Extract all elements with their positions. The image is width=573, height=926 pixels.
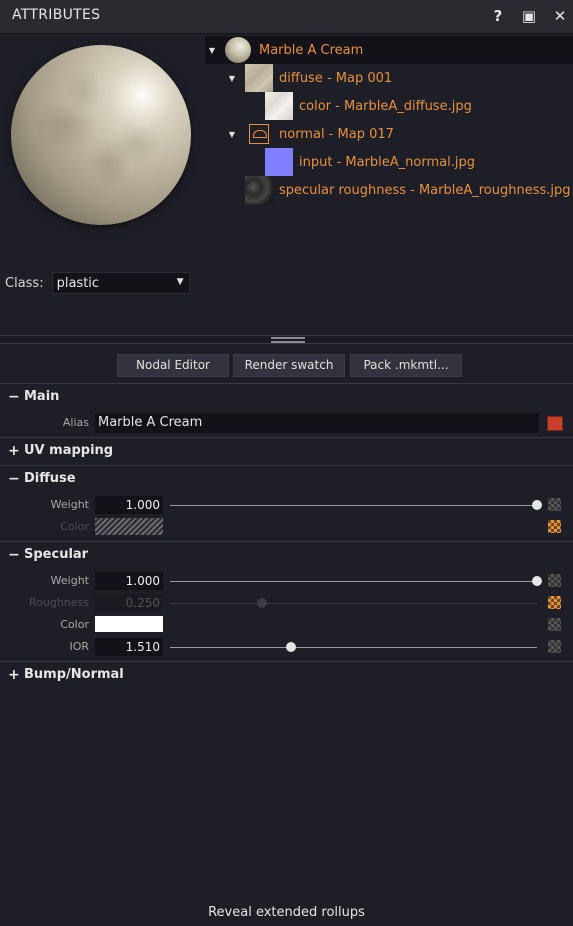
ior-input[interactable]: 1.510: [95, 638, 163, 656]
marble-texture: [11, 45, 191, 225]
splitter-grip-icon[interactable]: [271, 337, 305, 343]
tree-item-normal-input[interactable]: input - MarbleA_normal.jpg: [265, 148, 475, 176]
specular-weight-slider[interactable]: [170, 581, 537, 582]
texture-slot-icon[interactable]: [548, 574, 561, 587]
render-swatch-button[interactable]: Render swatch: [233, 354, 345, 377]
specular-roughness-row: Roughness 0.250: [0, 593, 573, 613]
restore-icon[interactable]: ▣: [519, 6, 539, 26]
tree-item-label: color - MarbleA_diffuse.jpg: [299, 98, 472, 114]
close-icon[interactable]: ✕: [550, 6, 570, 26]
alias-color-swatch[interactable]: [547, 416, 563, 431]
reveal-extended-rollups-link[interactable]: Reveal extended rollups: [0, 905, 573, 920]
section-title: UV mapping: [24, 443, 114, 458]
tree-item-diffuse-color[interactable]: color - MarbleA_diffuse.jpg: [265, 92, 472, 120]
tree-item-specular-roughness[interactable]: specular roughness - MarbleA_roughness.j…: [245, 176, 571, 204]
alias-input[interactable]: Marble A Cream: [95, 413, 539, 433]
color-label: Color: [60, 520, 89, 533]
nodal-editor-button[interactable]: Nodal Editor: [117, 354, 229, 377]
roughness-label: Roughness: [28, 596, 89, 609]
expand-arrow-icon[interactable]: ▼: [225, 130, 239, 139]
specular-roughness-input: 0.250: [95, 594, 163, 612]
color-label: Color: [60, 618, 89, 631]
diffuse-color-row: Color: [0, 517, 573, 537]
help-icon[interactable]: ?: [488, 6, 508, 26]
texture-slot-icon[interactable]: [548, 640, 561, 653]
texture-slot-icon[interactable]: [548, 618, 561, 631]
expand-arrow-icon[interactable]: ▼: [225, 74, 239, 83]
collapse-icon: −: [8, 546, 20, 563]
class-dropdown[interactable]: plastic ▼: [51, 272, 190, 294]
material-preview-swatch[interactable]: [11, 45, 191, 225]
specular-ior-row: IOR 1.510: [0, 637, 573, 657]
specular-roughness-slider: [170, 603, 537, 604]
section-title: Bump/Normal: [24, 667, 124, 682]
weight-label: Weight: [50, 574, 89, 587]
expand-icon: +: [8, 666, 20, 683]
alias-row: Alias Marble A Cream: [0, 413, 573, 433]
diffuse-map-thumbnail: [245, 64, 273, 92]
tree-item-diffuse[interactable]: ▼ diffuse - Map 001: [225, 64, 392, 92]
texture-slot-active-icon[interactable]: [548, 596, 561, 609]
slider-handle: [256, 598, 267, 608]
tree-item-label: specular roughness - MarbleA_roughness.j…: [279, 182, 571, 198]
tree-item-label: Marble A Cream: [259, 42, 364, 58]
panel-title: ATTRIBUTES: [12, 7, 101, 23]
diffuse-texture-thumbnail: [265, 92, 293, 120]
class-dropdown-value: plastic: [56, 275, 100, 291]
slider-handle[interactable]: [532, 500, 542, 510]
tree-item-normal[interactable]: ▼ normal - Map 017: [225, 120, 394, 148]
tree-item-label: diffuse - Map 001: [279, 70, 393, 86]
collapse-icon: −: [8, 470, 20, 487]
section-specular-header[interactable]: − Specular: [0, 541, 573, 567]
title-bar: ATTRIBUTES ? ▣ ✕: [0, 0, 573, 34]
expand-arrow-icon[interactable]: ▼: [205, 46, 219, 55]
class-label: Class:: [5, 275, 44, 291]
tree-item-material[interactable]: ▼ Marble A Cream: [205, 36, 573, 64]
section-diffuse-header[interactable]: − Diffuse: [0, 465, 573, 491]
texture-slot-active-icon[interactable]: [548, 520, 561, 533]
chevron-down-icon: ▼: [176, 277, 184, 287]
section-uv-mapping-header[interactable]: + UV mapping: [0, 437, 573, 463]
ior-label: IOR: [69, 640, 89, 653]
section-title: Main: [24, 389, 60, 404]
normal-map-icon: [249, 124, 269, 144]
class-row: Class: plastic ▼: [5, 272, 190, 294]
collapse-icon: −: [8, 388, 20, 405]
ior-slider[interactable]: [170, 647, 537, 648]
panel-splitter[interactable]: [0, 335, 573, 344]
normal-texture-thumbnail: [265, 148, 293, 176]
slider-handle[interactable]: [286, 642, 297, 652]
section-title: Specular: [24, 547, 89, 562]
diffuse-weight-input[interactable]: 1.000: [95, 496, 163, 514]
section-title: Diffuse: [24, 471, 76, 486]
section-bump-normal-header[interactable]: + Bump/Normal: [0, 661, 573, 687]
specular-weight-input[interactable]: 1.000: [95, 572, 163, 590]
specular-weight-row: Weight 1.000: [0, 571, 573, 591]
specular-color-row: Color: [0, 615, 573, 635]
expand-icon: +: [8, 442, 20, 459]
weight-label: Weight: [50, 498, 89, 511]
texture-slot-icon[interactable]: [548, 498, 561, 511]
alias-label: Alias: [62, 416, 89, 429]
pack-mkmtl-button[interactable]: Pack .mkmtl...: [350, 354, 462, 377]
material-thumbnail: [225, 37, 251, 63]
tree-item-label: input - MarbleA_normal.jpg: [299, 154, 475, 170]
specular-color-swatch[interactable]: [95, 616, 163, 632]
section-main-header[interactable]: − Main: [0, 383, 573, 409]
diffuse-weight-slider[interactable]: [170, 505, 537, 506]
slider-handle[interactable]: [532, 576, 542, 586]
diffuse-color-swatch-mapped[interactable]: [95, 518, 163, 535]
roughness-texture-thumbnail: [245, 176, 273, 204]
diffuse-weight-row: Weight 1.000: [0, 495, 573, 515]
tree-item-label: normal - Map 017: [279, 126, 394, 142]
